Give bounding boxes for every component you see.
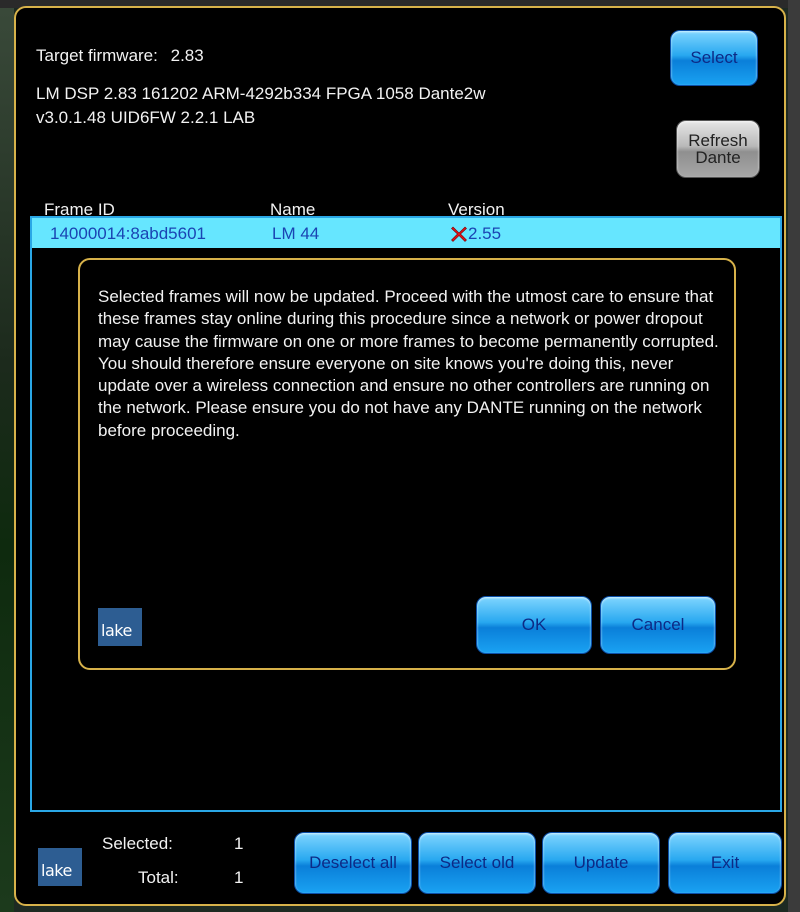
lake-logo: lake xyxy=(38,848,82,886)
lake-logo-text: lake xyxy=(101,621,132,640)
select-old-button[interactable]: Select old xyxy=(418,832,536,894)
exit-button[interactable]: Exit xyxy=(668,832,782,894)
firmware-details-line2: v3.0.1.48 UID6FW 2.2.1 LAB xyxy=(36,108,256,127)
lake-logo: lake xyxy=(98,608,142,646)
selected-label: Selected: xyxy=(102,834,173,853)
firmware-details-line1: LM DSP 2.83 161202 ARM-4292b334 FPGA 105… xyxy=(36,84,486,103)
background-edge-right xyxy=(788,0,800,912)
selected-count: 1 xyxy=(234,834,244,853)
lake-logo-text: lake xyxy=(41,861,72,880)
cancel-button[interactable]: Cancel xyxy=(600,596,716,654)
target-firmware-value: 2.83 xyxy=(170,46,204,65)
firmware-update-window: Target firmware: 2.83 LM DSP 2.83 161202… xyxy=(14,6,786,906)
error-x-icon xyxy=(451,226,467,242)
deselect-all-button[interactable]: Deselect all xyxy=(294,832,412,894)
version-cell: 2.55 xyxy=(450,224,501,244)
update-button[interactable]: Update xyxy=(542,832,660,894)
total-count: 1 xyxy=(234,868,244,887)
version-value: 2.55 xyxy=(468,224,502,243)
update-warning-dialog: Selected frames will now be updated. Pro… xyxy=(78,258,736,670)
target-firmware-label: Target firmware: xyxy=(36,46,158,65)
table-row[interactable]: 14000014:8abd5601 LM 44 2.55 xyxy=(32,218,780,248)
frame-id-cell: 14000014:8abd5601 xyxy=(50,224,206,243)
target-firmware-line: Target firmware: 2.83 xyxy=(36,46,204,66)
ok-button[interactable]: OK xyxy=(476,596,592,654)
name-cell: LM 44 xyxy=(272,224,320,243)
refresh-label: Refresh xyxy=(688,131,748,150)
total-label: Total: xyxy=(138,868,179,887)
warning-message: Selected frames will now be updated. Pro… xyxy=(98,287,719,440)
dante-label: Dante xyxy=(695,148,741,167)
select-firmware-button[interactable]: Select xyxy=(670,30,758,86)
background-edge-left xyxy=(0,0,14,912)
refresh-dante-button[interactable]: Refresh Dante xyxy=(676,120,760,178)
